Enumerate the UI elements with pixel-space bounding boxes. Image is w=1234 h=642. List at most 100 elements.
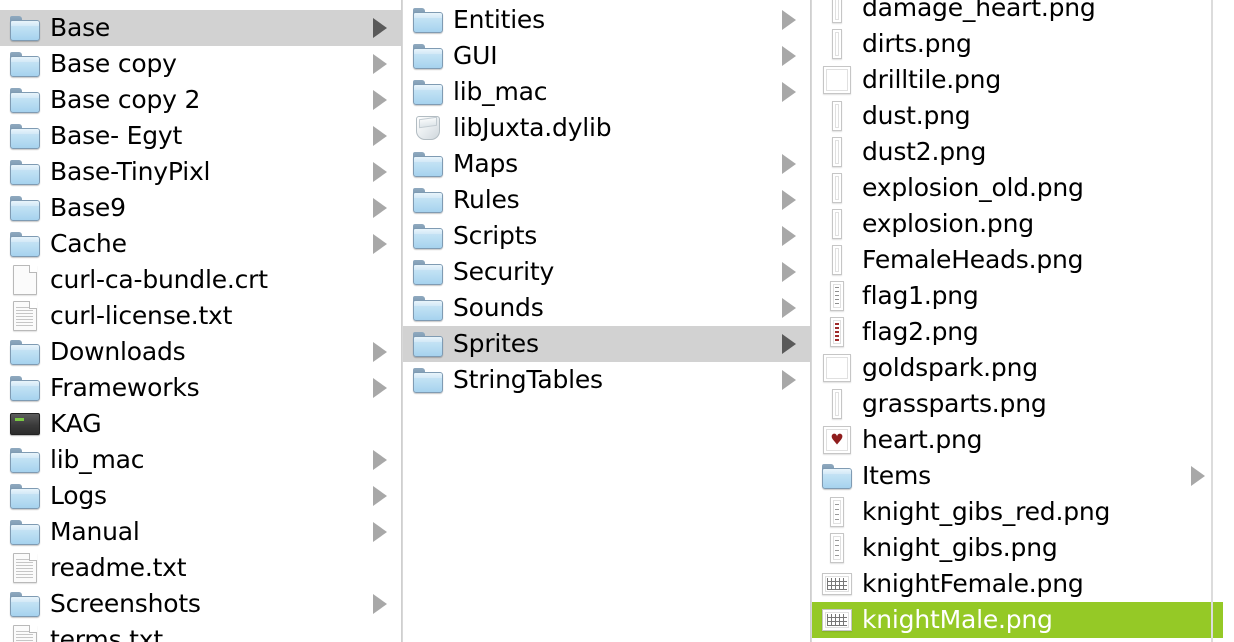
file-row[interactable]: knightFemale.png xyxy=(812,566,1223,602)
file-row[interactable]: Base copy 2 xyxy=(0,82,401,118)
file-row[interactable]: lib_mac xyxy=(0,442,401,478)
file-name-label: Entities xyxy=(453,5,545,34)
file-name-label: Base xyxy=(50,13,111,42)
document-blank-icon xyxy=(8,265,42,295)
dylib-cube-icon xyxy=(411,113,445,143)
folder-icon xyxy=(411,185,445,215)
file-name-label: curl-license.txt xyxy=(50,301,233,330)
file-row[interactable]: Base xyxy=(0,10,401,46)
column-divider-3[interactable] xyxy=(1211,0,1213,642)
chevron-right-icon[interactable] xyxy=(782,262,796,282)
file-row[interactable]: goldspark.png xyxy=(812,350,1223,386)
file-row[interactable]: Base- Egyt xyxy=(0,118,401,154)
file-name-label: grassparts.png xyxy=(862,389,1047,418)
file-row[interactable]: Sounds xyxy=(403,290,810,326)
file-row[interactable]: ♥ heart.png xyxy=(812,422,1223,458)
chevron-right-icon[interactable] xyxy=(373,522,387,542)
file-row[interactable]: StringTables xyxy=(403,362,810,398)
file-row[interactable]: Screenshots xyxy=(0,586,401,622)
file-row[interactable]: Base-TinyPixl xyxy=(0,154,401,190)
chevron-right-icon[interactable] xyxy=(373,450,387,470)
file-row[interactable]: Cache xyxy=(0,226,401,262)
png-thumbnail-icon xyxy=(820,281,854,311)
document-text-icon xyxy=(8,625,42,642)
file-row[interactable]: Manual xyxy=(0,514,401,550)
file-row[interactable]: Base9 xyxy=(0,190,401,226)
file-row[interactable]: Frameworks xyxy=(0,370,401,406)
file-row[interactable]: curl-license.txt xyxy=(0,298,401,334)
chevron-right-icon[interactable] xyxy=(373,162,387,182)
chevron-right-icon[interactable] xyxy=(373,54,387,74)
file-name-label: Base copy 2 xyxy=(50,85,201,114)
png-thumbnail-icon xyxy=(820,0,854,23)
file-row[interactable]: flag2.png xyxy=(812,314,1223,350)
finder-column-1[interactable]: Base Base copy Base copy 2 Base- Egyt Base-T… xyxy=(0,0,401,642)
chevron-right-icon[interactable] xyxy=(782,82,796,102)
file-row[interactable]: explosion_old.png xyxy=(812,170,1223,206)
png-thumbnail-icon xyxy=(820,353,854,383)
file-name-label: damage_heart.png xyxy=(862,0,1096,22)
file-row[interactable]: explosion.png xyxy=(812,206,1223,242)
file-row[interactable]: terms.txt xyxy=(0,622,401,642)
chevron-right-icon[interactable] xyxy=(373,378,387,398)
file-row[interactable]: FemaleHeads.png xyxy=(812,242,1223,278)
chevron-right-icon[interactable] xyxy=(782,154,796,174)
file-row[interactable]: libJuxta.dylib xyxy=(403,110,810,146)
png-thumbnail-icon xyxy=(820,533,854,563)
file-row[interactable]: drilltile.png xyxy=(812,62,1223,98)
file-name-label: Screenshots xyxy=(50,589,201,618)
chevron-right-icon[interactable] xyxy=(782,46,796,66)
png-thumbnail-icon xyxy=(820,569,854,599)
chevron-right-icon[interactable] xyxy=(782,370,796,390)
chevron-right-icon[interactable] xyxy=(782,334,796,354)
application-icon xyxy=(8,409,42,439)
chevron-right-icon[interactable] xyxy=(373,198,387,218)
chevron-right-icon[interactable] xyxy=(782,10,796,30)
file-row[interactable]: Base copy xyxy=(0,46,401,82)
file-row[interactable]: GUI xyxy=(403,38,810,74)
file-row[interactable]: Downloads xyxy=(0,334,401,370)
file-name-label: Security xyxy=(453,257,555,286)
file-name-label: Downloads xyxy=(50,337,186,366)
chevron-right-icon[interactable] xyxy=(782,226,796,246)
png-thumbnail-icon xyxy=(820,173,854,203)
file-row[interactable]: curl-ca-bundle.crt xyxy=(0,262,401,298)
file-row[interactable]: Scripts xyxy=(403,218,810,254)
chevron-right-icon[interactable] xyxy=(373,486,387,506)
file-row[interactable]: lib_mac xyxy=(403,74,810,110)
file-row[interactable]: Maps xyxy=(403,146,810,182)
file-row[interactable]: dust2.png xyxy=(812,134,1223,170)
chevron-right-icon[interactable] xyxy=(1191,466,1205,486)
file-row[interactable]: Sprites xyxy=(403,326,810,362)
file-row[interactable]: knightMale.png xyxy=(812,602,1223,638)
file-name-label: Sounds xyxy=(453,293,544,322)
file-row[interactable]: dirts.png xyxy=(812,26,1223,62)
chevron-right-icon[interactable] xyxy=(373,18,387,38)
finder-column-3[interactable]: damage_heart.png dirts.png drilltile.png du… xyxy=(812,0,1223,642)
file-row[interactable]: Rules xyxy=(403,182,810,218)
file-row[interactable]: flag1.png xyxy=(812,278,1223,314)
chevron-right-icon[interactable] xyxy=(373,594,387,614)
chevron-right-icon[interactable] xyxy=(782,298,796,318)
file-row[interactable]: knight_gibs.png xyxy=(812,530,1223,566)
file-row[interactable]: readme.txt xyxy=(0,550,401,586)
finder-column-2[interactable]: Entities GUI lib_mac libJuxta.dylib Maps Rule… xyxy=(403,0,810,642)
file-row[interactable]: Items xyxy=(812,458,1223,494)
file-row[interactable]: Security xyxy=(403,254,810,290)
file-name-label: Items xyxy=(862,461,931,490)
file-row[interactable]: grassparts.png xyxy=(812,386,1223,422)
file-row[interactable]: dust.png xyxy=(812,98,1223,134)
chevron-right-icon[interactable] xyxy=(373,234,387,254)
chevron-right-icon[interactable] xyxy=(373,342,387,362)
chevron-right-icon[interactable] xyxy=(373,126,387,146)
chevron-right-icon[interactable] xyxy=(782,190,796,210)
chevron-right-icon[interactable] xyxy=(373,90,387,110)
png-thumbnail-icon: ♥ xyxy=(820,425,854,455)
file-row[interactable]: Entities xyxy=(403,2,810,38)
file-row[interactable]: knight_gibs_red.png xyxy=(812,494,1223,530)
file-name-label: Base copy xyxy=(50,49,177,78)
file-row[interactable]: damage_heart.png xyxy=(812,0,1223,26)
file-row[interactable]: Logs xyxy=(0,478,401,514)
folder-icon xyxy=(411,293,445,323)
file-row[interactable]: KAG xyxy=(0,406,401,442)
